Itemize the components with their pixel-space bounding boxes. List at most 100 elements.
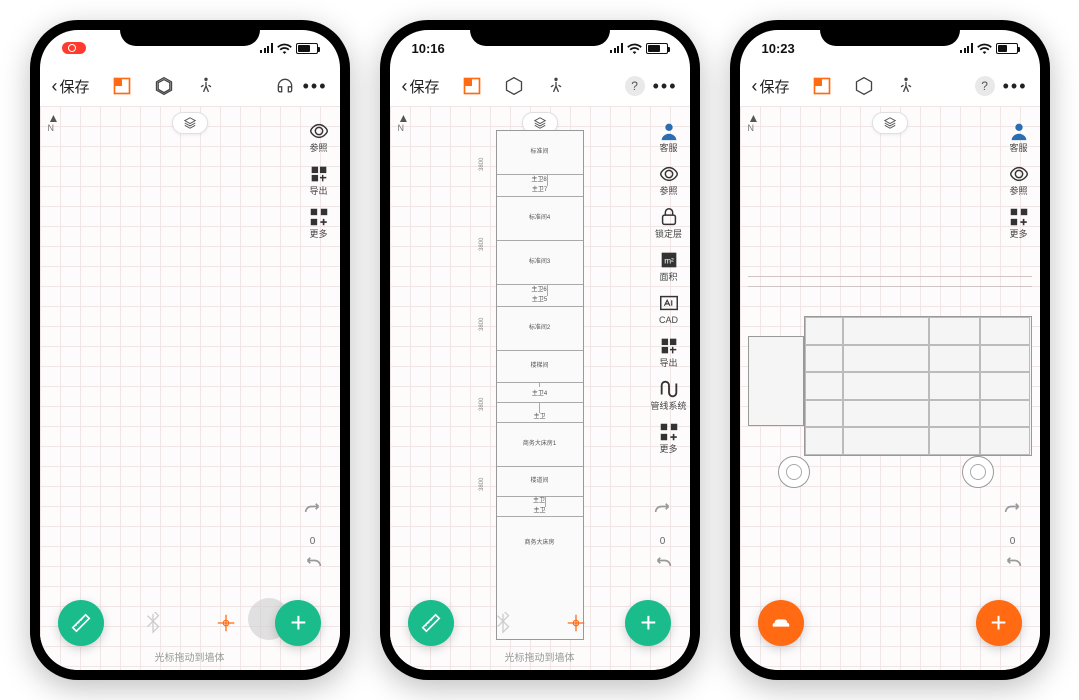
action-customer-service[interactable]: 客服 [654, 120, 684, 153]
add-fab[interactable]: + [976, 600, 1022, 646]
compass-icon: ▲N [398, 112, 410, 133]
walkthrough-icon[interactable] [546, 76, 566, 96]
canvas-area[interactable]: ▲N 3800 3800 3800 3800 3800 标准间 主卫8主卫7 标… [390, 106, 690, 670]
top-toolbar: ‹ 保存 ? ••• [740, 66, 1040, 106]
help-button[interactable]: ? [975, 76, 995, 96]
headset-icon[interactable] [275, 76, 295, 96]
canvas-area[interactable]: ▲N 参照 导出 更多 0 [40, 106, 340, 670]
battery-icon [646, 43, 668, 54]
dimensions-left: 3800 3800 3800 3800 3800 [479, 131, 493, 639]
compass-icon: ▲N [48, 112, 60, 133]
add-fab[interactable]: + [625, 600, 671, 646]
view-2d-icon[interactable] [812, 76, 832, 96]
floorplan-building[interactable]: 3800 3800 3800 3800 3800 标准间 主卫8主卫7 标准间4… [496, 130, 584, 640]
undo-count: 0 [1010, 536, 1016, 547]
svg-text:m²: m² [664, 257, 674, 266]
more-menu[interactable]: ••• [653, 76, 678, 97]
chevron-left-icon: ‹ [52, 77, 58, 95]
view-3d-icon[interactable] [154, 76, 174, 96]
undo-redo: 0 [302, 503, 324, 580]
back-save-button[interactable]: ‹ 保存 [402, 76, 440, 97]
action-more[interactable]: 更多 [1004, 206, 1034, 239]
view-2d-icon[interactable] [462, 76, 482, 96]
pipeline-icon [658, 378, 680, 400]
action-customer-service[interactable]: 客服 [1004, 120, 1034, 153]
layers-button[interactable] [872, 112, 908, 134]
undo-button[interactable] [1002, 557, 1024, 580]
floorplan-vehicle[interactable] [748, 306, 1032, 466]
action-more[interactable]: 更多 [304, 206, 334, 239]
back-save-button[interactable]: ‹ 保存 [52, 76, 90, 97]
area-icon: m² [658, 249, 680, 271]
right-action-column: 参照 导出 更多 [304, 120, 334, 239]
action-export[interactable]: 导出 [304, 163, 334, 196]
action-area[interactable]: m²面积 [654, 249, 684, 282]
cellular-icon [260, 43, 273, 53]
cad-icon [658, 292, 680, 314]
ruler-fab[interactable] [408, 600, 454, 646]
redo-button[interactable] [1002, 503, 1024, 526]
save-label: 保存 [410, 76, 440, 97]
action-reference[interactable]: 参照 [1004, 163, 1034, 196]
recording-indicator [62, 42, 86, 54]
ruler-top-2 [748, 286, 1032, 287]
undo-redo: 0 [652, 503, 674, 580]
top-toolbar: ‹ 保存 ? ••• [390, 66, 690, 106]
eye-icon [658, 163, 680, 185]
crosshair-fab[interactable] [553, 600, 599, 646]
redo-button[interactable] [302, 503, 324, 526]
walkthrough-icon[interactable] [896, 76, 916, 96]
help-button[interactable]: ? [625, 76, 645, 96]
undo-count: 0 [660, 536, 666, 547]
undo-button[interactable] [652, 557, 674, 580]
phone-3: 10:23 ‹ 保存 ? ••• ▲N [730, 20, 1050, 680]
action-pipeline[interactable]: 管线系统 [654, 378, 684, 411]
avatar-icon [658, 120, 680, 142]
canvas-area[interactable]: ▲N 客服 [740, 106, 1040, 670]
view-3d-icon[interactable] [504, 76, 524, 96]
avatar-icon [1008, 120, 1030, 142]
save-label: 保存 [60, 76, 90, 97]
redo-button[interactable] [652, 503, 674, 526]
ruler-top [748, 276, 1032, 277]
wifi-icon [977, 43, 992, 54]
view-2d-icon[interactable] [112, 76, 132, 96]
right-action-column: 客服 参照 锁定层 m²面积 CAD 导出 管线系统 更多 [654, 120, 684, 454]
export-icon [658, 335, 680, 357]
add-fab[interactable]: + [275, 600, 321, 646]
ruler-fab[interactable] [58, 600, 104, 646]
fab-row: + [740, 600, 1040, 646]
layers-button[interactable] [172, 112, 208, 134]
chevron-left-icon: ‹ [402, 77, 408, 95]
battery-icon [996, 43, 1018, 54]
top-toolbar: ‹ 保存 ••• [40, 66, 340, 106]
grid-plus-icon [658, 421, 680, 443]
action-reference[interactable]: 参照 [304, 120, 334, 153]
furniture-fab[interactable] [758, 600, 804, 646]
phone-2: 10:16 ‹ 保存 ? ••• ▲N [380, 20, 700, 680]
back-save-button[interactable]: ‹ 保存 [752, 76, 790, 97]
crosshair-fab[interactable] [203, 600, 249, 646]
undo-button[interactable] [302, 557, 324, 580]
battery-icon [296, 43, 318, 54]
bluetooth-fab[interactable] [480, 600, 526, 646]
more-menu[interactable]: ••• [1003, 76, 1028, 97]
time-label: 10:16 [412, 41, 445, 56]
action-lock-floor[interactable]: 锁定层 [654, 206, 684, 239]
bluetooth-fab[interactable] [130, 600, 176, 646]
action-export[interactable]: 导出 [654, 335, 684, 368]
action-reference[interactable]: 参照 [654, 163, 684, 196]
notch [470, 20, 610, 46]
view-3d-icon[interactable] [854, 76, 874, 96]
action-cad[interactable]: CAD [654, 292, 684, 325]
right-action-column: 客服 参照 更多 [1004, 120, 1034, 239]
action-more[interactable]: 更多 [654, 421, 684, 454]
export-icon [308, 163, 330, 185]
grid-plus-icon [308, 206, 330, 228]
grid-plus-icon [1008, 206, 1030, 228]
cellular-icon [960, 43, 973, 53]
walkthrough-icon[interactable] [196, 76, 216, 96]
more-menu[interactable]: ••• [303, 76, 328, 97]
wifi-icon [277, 43, 292, 54]
compass-icon: ▲N [748, 112, 760, 133]
